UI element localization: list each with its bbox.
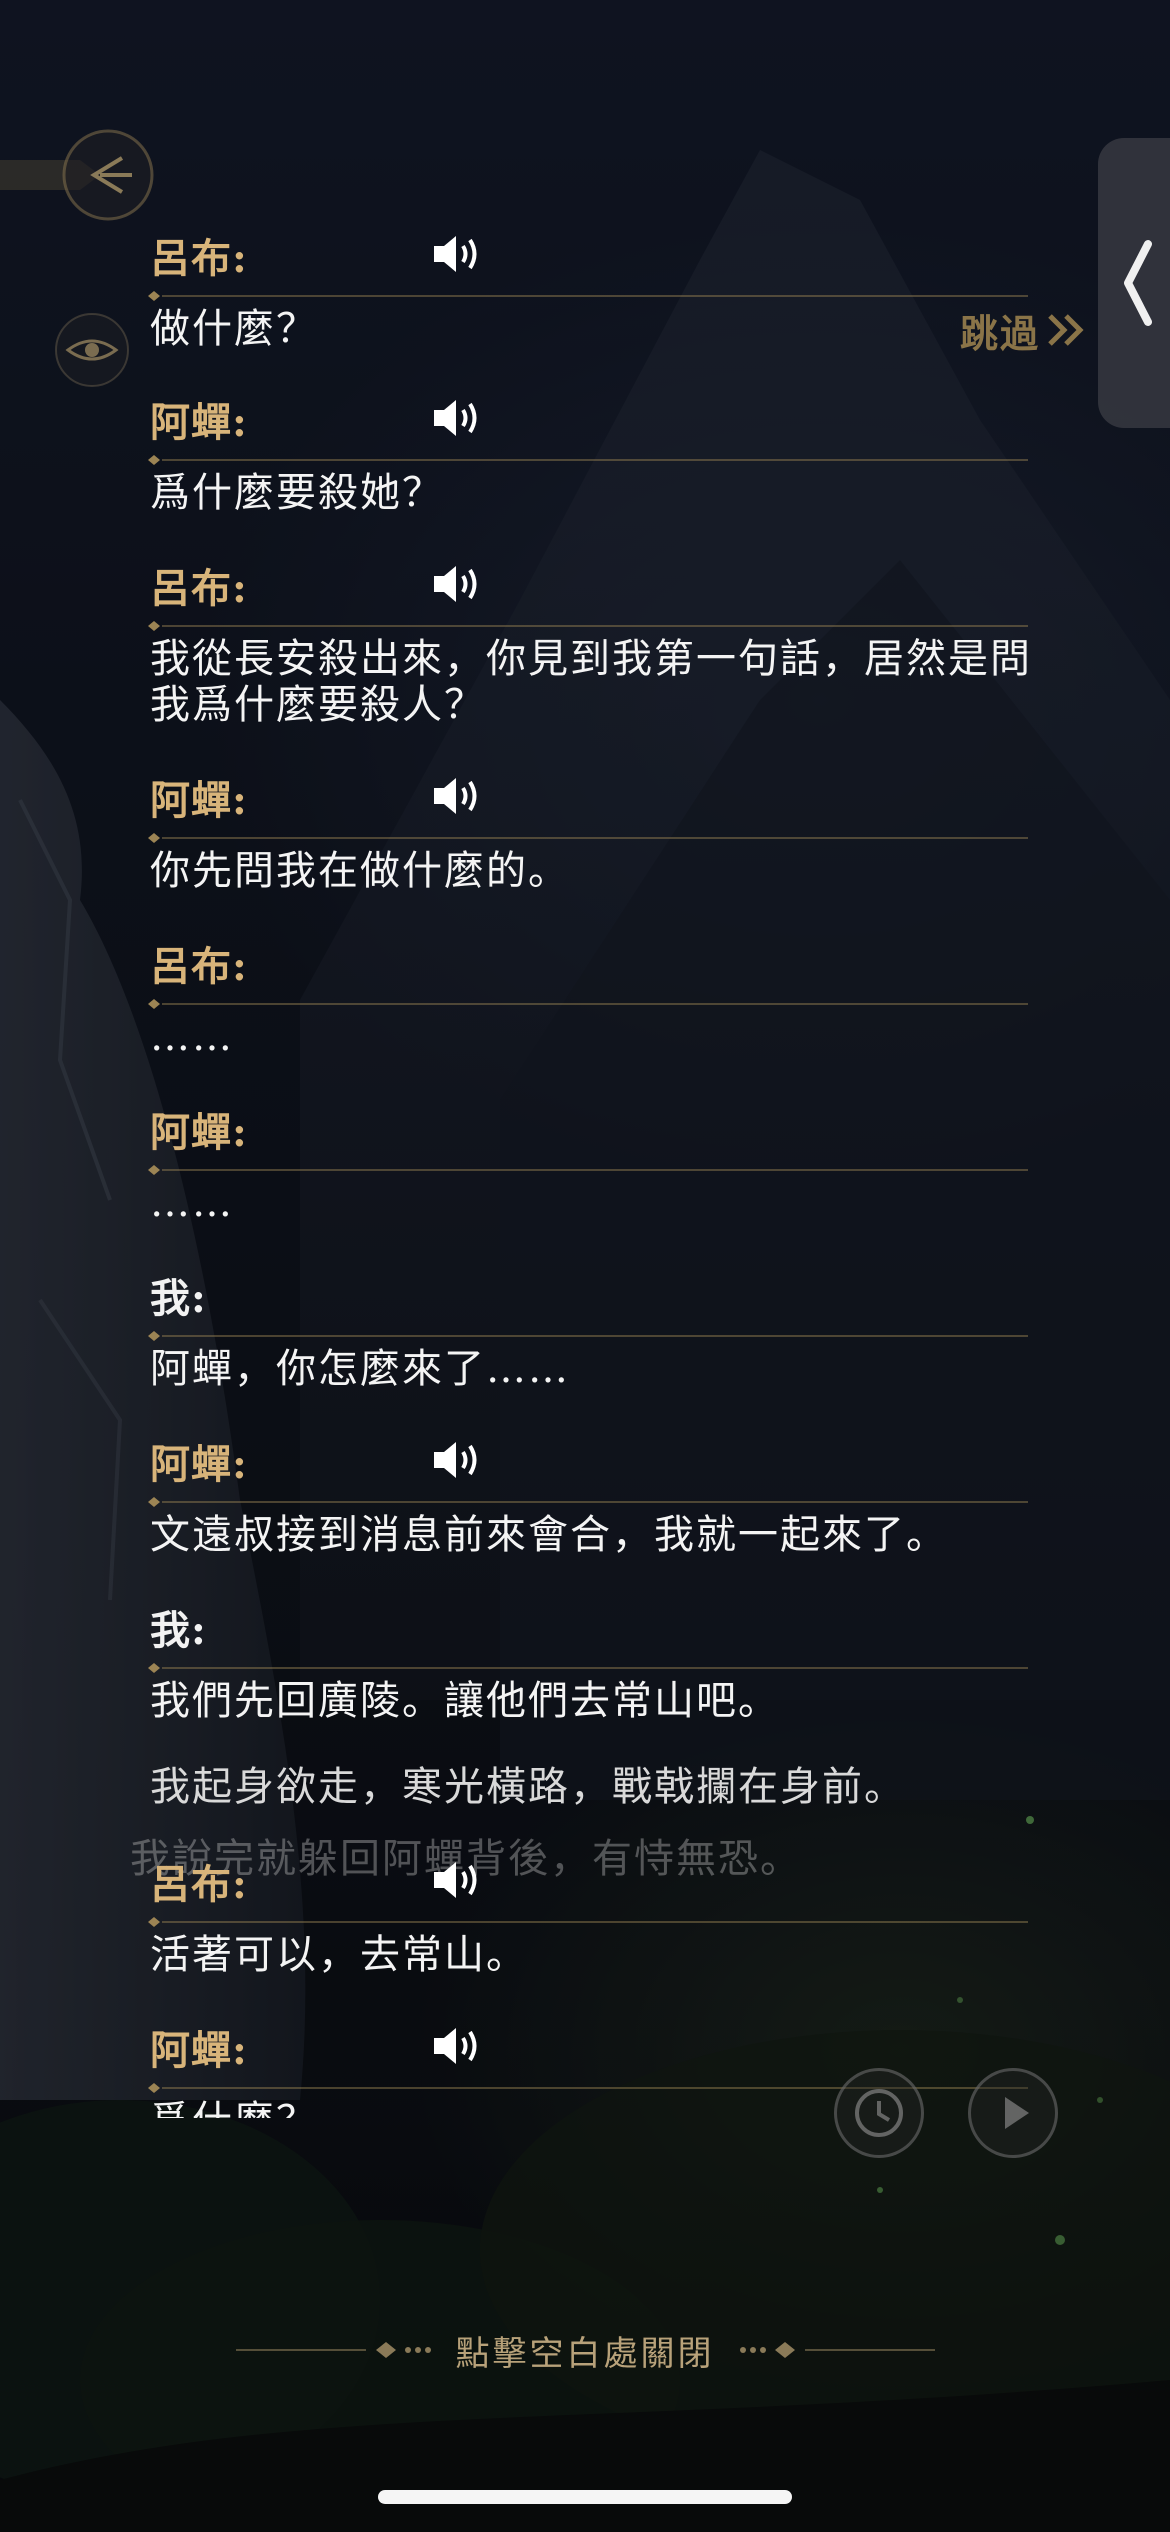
speaker-name: 阿蟬:: [150, 1441, 248, 1488]
dialogue-text: ……: [150, 1014, 234, 1060]
close-hint-text: 點擊空白處關閉: [455, 2333, 715, 2374]
dialogue-log[interactable]: 呂布: 做什麼？ 阿蟬: 爲什麼要殺她？ 呂布: 我從長安殺出來，你見到我第一句…: [0, 218, 1170, 2118]
dialogue-entry: 阿蟬: 你先問我在做什麼的。: [148, 760, 1050, 894]
speaker-name: 我:: [150, 1275, 207, 1322]
dialogue-text: 你先問我在做什麼的。: [150, 848, 570, 894]
speaker-name: 呂布:: [150, 943, 248, 990]
divider: [148, 1663, 1028, 1673]
dialogue-entry: 呂布: ……: [148, 926, 1050, 1060]
speaker-name: 呂布:: [150, 565, 248, 612]
dialogue-text: ……: [150, 1180, 234, 1226]
dialogue-text: 爲什麼要殺她？: [150, 470, 444, 516]
dialogue-entry: 呂布: 做什麼？: [148, 218, 1050, 352]
home-indicator[interactable]: [378, 2490, 792, 2504]
voice-play-icon[interactable]: [430, 232, 486, 276]
dialogue-entry: 阿蟬: 爲什麼要殺她？: [148, 382, 1050, 516]
divider: [148, 1917, 1028, 1927]
back-emblem-icon[interactable]: [0, 120, 160, 230]
dialogue-text: 活著可以，去常山。: [150, 1932, 528, 1978]
divider: [148, 833, 1028, 843]
close-hint[interactable]: 點擊空白處關閉: [0, 2320, 1170, 2380]
voice-play-icon[interactable]: [430, 2024, 486, 2068]
divider: [148, 1331, 1028, 1341]
divider: [148, 621, 1028, 631]
ornament-left-icon: [235, 2342, 431, 2358]
divider: [148, 455, 1028, 465]
history-button[interactable]: [834, 2068, 924, 2158]
voice-play-icon[interactable]: [430, 396, 486, 440]
play-icon: [1005, 2097, 1029, 2129]
speaker-name: 阿蟬:: [150, 777, 248, 824]
narration-text: 我起身欲走，寒光橫路，戰戟攔在身前。: [150, 1764, 906, 1810]
divider: [148, 291, 1028, 301]
dialogue-text: 我們先回廣陵。讓他們去常山吧。: [150, 1678, 780, 1724]
voice-play-icon[interactable]: [430, 1858, 486, 1902]
divider: [148, 1165, 1028, 1175]
dialogue-text: 我從長安殺出來，你見到我第一句話，居然是問我爲什麼要殺人？: [150, 636, 1032, 728]
ornament-right-icon: [739, 2342, 935, 2358]
dialogue-entry: 阿蟬: 文遠叔接到消息前來會合，我就一起來了。: [148, 1424, 1050, 1558]
divider: [148, 999, 1028, 1009]
speaker-name: 阿蟬:: [150, 399, 248, 446]
dialogue-entry: 呂布: 活著可以，去常山。: [148, 1844, 1050, 1978]
dialogue-entry: 我: 阿蟬，你怎麼來了……: [148, 1258, 1050, 1392]
dialogue-text: 文遠叔接到消息前來會合，我就一起來了。: [150, 1512, 948, 1558]
dialogue-text: 做什麼？: [150, 306, 318, 352]
history-icon: [855, 2089, 903, 2137]
speaker-name: 呂布:: [150, 235, 248, 282]
dialogue-entry: 阿蟬: 爲什麼？: [148, 2010, 1050, 2118]
dialogue-text: 阿蟬，你怎麼來了……: [150, 1346, 570, 1392]
speaker-name: 阿蟬:: [150, 1109, 248, 1156]
dialogue-log-screen[interactable]: 跳過 呂布: 做什麼？ 阿蟬: 爲什麼要殺她？ 呂布: 我從長安殺出來，你見到我…: [0, 0, 1170, 2532]
speaker-name: 我:: [150, 1607, 207, 1654]
voice-play-icon[interactable]: [430, 562, 486, 606]
voice-play-icon[interactable]: [430, 774, 486, 818]
dialogue-entry: 阿蟬: ……: [148, 1092, 1050, 1226]
dialogue-entry: 呂布: 我從長安殺出來，你見到我第一句話，居然是問我爲什麼要殺人？: [148, 548, 1050, 728]
speaker-name: 呂布:: [150, 1861, 248, 1908]
voice-play-icon[interactable]: [430, 1438, 486, 1482]
dialogue-entry: 我: 我們先回廣陵。讓他們去常山吧。: [148, 1590, 1050, 1724]
divider: [148, 1497, 1028, 1507]
speaker-name: 阿蟬:: [150, 2027, 248, 2074]
auto-play-button[interactable]: [968, 2068, 1058, 2158]
